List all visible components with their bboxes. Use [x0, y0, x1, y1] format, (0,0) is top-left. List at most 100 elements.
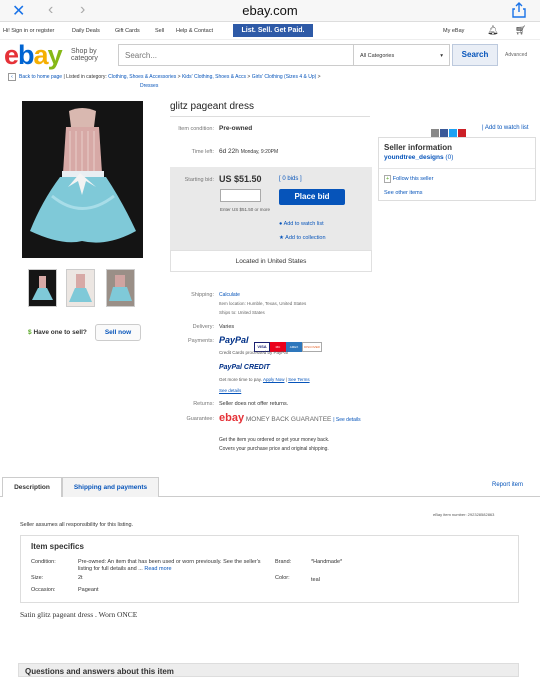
tab-description[interactable]: Description — [2, 477, 62, 497]
crumb-2[interactable]: Kids' Clothing, Shoes & Accs — [182, 74, 246, 80]
sell-now-button[interactable]: Sell now — [95, 324, 141, 341]
item-location: Item location: Humble, Texas, United Sta… — [219, 301, 307, 306]
bids-count-link[interactable]: [ 0 bids ] — [279, 176, 302, 182]
sign-in-link[interactable]: Hi! Sign in or register — [3, 28, 54, 34]
back-arrow-icon[interactable]: ‹ — [8, 73, 16, 81]
thumbnail-2[interactable] — [66, 269, 95, 307]
guarantee-label: Guarantee: — [186, 416, 214, 422]
time-left-label: Time left: — [191, 149, 214, 155]
paypal-logo: PayPal — [219, 335, 249, 345]
returns-label: Returns: — [193, 401, 214, 407]
ebay-mini-logo: ebay — [219, 412, 245, 424]
thumbnail-3[interactable] — [106, 269, 135, 307]
sell-banner[interactable]: List. Sell. Get Paid. — [233, 24, 313, 37]
see-terms-link[interactable]: See Terms — [288, 377, 309, 382]
facebook-icon[interactable] — [440, 128, 448, 137]
spec-color-label: Color: — [275, 575, 290, 581]
seller-name[interactable]: youndtree_designs (0) — [384, 154, 453, 161]
see-other-items-link[interactable]: See other items — [384, 190, 423, 196]
responsibility-text: Seller assumes all responsibility for th… — [20, 522, 134, 528]
search-button[interactable]: Search — [452, 44, 498, 66]
crumb-1[interactable]: Clothing, Shoes & Accessories — [108, 74, 176, 80]
dollar-icon: $ — [28, 329, 32, 336]
search-input[interactable]: Search... — [118, 44, 354, 66]
eye-icon: ● — [279, 221, 283, 227]
spec-size-label: Size: — [31, 575, 44, 581]
breadcrumb: ‹ Back to home page | Listed in category:… — [8, 73, 408, 91]
amex-icon: AMEX — [286, 342, 302, 352]
add-collection-link[interactable]: ★ Add to collection — [279, 235, 326, 241]
share-icon[interactable] — [512, 2, 526, 23]
condition-label: Item condition: — [178, 126, 214, 132]
add-to-watch-list-link[interactable]: | Add to watch list — [482, 125, 529, 131]
page-url: ebay.com — [242, 3, 298, 18]
main-product-image[interactable] — [22, 101, 143, 258]
apply-now-link[interactable]: Apply Now — [263, 377, 285, 382]
add-watch-link[interactable]: ● Add to watch list — [279, 221, 324, 227]
see-details-link[interactable]: See details — [219, 388, 241, 393]
place-bid-button[interactable]: Place bid — [279, 189, 345, 205]
twitter-icon[interactable] — [449, 128, 457, 137]
tab-bar: Description Shipping and payments — [0, 477, 540, 497]
plus-icon: + — [384, 175, 392, 183]
time-left-value: 6d 22h Monday, 9:20PM — [219, 148, 279, 155]
bell-icon[interactable]: 🔔︎ — [487, 25, 498, 36]
specs-heading: Item specifics — [31, 542, 84, 551]
item-specifics: Item specifics Condition: Pre-owned: An … — [20, 535, 519, 603]
my-ebay-link[interactable]: My eBay — [443, 28, 464, 34]
crumb-3[interactable]: Girls' Clothing (Sizes 4 & Up) — [252, 74, 317, 80]
divider — [170, 116, 370, 117]
spec-brand-value: *Handmade* — [311, 559, 343, 565]
bid-amount-input[interactable] — [220, 189, 261, 202]
star-icon: ★ — [279, 235, 284, 241]
located-in: Located in United States — [170, 250, 372, 272]
browser-bar: ✕ ‹ › ebay.com — [0, 0, 540, 22]
email-icon[interactable] — [431, 128, 439, 137]
delivery-label: Delivery: — [192, 324, 214, 330]
seller-heading: Seller information — [384, 143, 453, 152]
seller-info-box: Seller information youndtree_designs (0)… — [378, 137, 536, 201]
item-title: glitz pageant dress — [170, 101, 254, 112]
cart-icon[interactable]: 🛒︎ — [515, 25, 526, 36]
spec-occasion-label: Occasion: — [31, 587, 56, 593]
paypal-credit-text: Get more time to pay. Apply Now | See Te… — [219, 377, 310, 382]
follow-seller-link[interactable]: + Follow this seller — [384, 175, 433, 183]
starting-bid-value: US $51.50 — [219, 174, 262, 184]
spec-condition-value: Pre-owned: An item that has been used or… — [78, 559, 261, 572]
help-link[interactable]: Help & Contact — [176, 28, 213, 34]
guarantee-line-2: Covers your purchase price and original … — [219, 446, 329, 452]
shop-by-category[interactable]: Shop by category — [71, 48, 116, 62]
starting-bid-label: Starting bid: — [184, 177, 214, 183]
guarantee-line-1: Get the item you ordered or get your mon… — [219, 437, 330, 443]
spec-size-value: 2t — [78, 575, 83, 581]
delivery-value: Varies — [219, 324, 235, 330]
bid-hint: Enter US $51.50 or more — [220, 207, 271, 212]
returns-value: Seller does not offer returns. — [219, 401, 289, 407]
chevron-down-icon: ▾ — [440, 53, 443, 59]
crumb-4[interactable]: Dresses — [140, 83, 158, 89]
discover-icon: DISCOVER — [302, 342, 322, 352]
item-description: Satin glitz pageant dress . Worn ONCE — [20, 610, 138, 619]
condition-value: Pre-owned — [219, 125, 253, 132]
back-home-link[interactable]: Back to home page — [19, 74, 62, 80]
ships-to: Ships to: United States — [219, 310, 265, 315]
thumbnail-1[interactable] — [28, 269, 57, 307]
item-number: eBay item number: 292328582863 — [433, 512, 495, 517]
spec-color-value: teal — [311, 577, 320, 583]
category-select[interactable]: All Categories ▾ — [354, 44, 450, 66]
guarantee-see-details[interactable]: | See details — [333, 417, 360, 423]
read-more-link[interactable]: Read more — [144, 566, 171, 572]
calculate-link[interactable]: Calculate — [219, 292, 240, 298]
have-one-to-sell: $ Have one to sell? — [28, 329, 87, 336]
shipping-label: Shipping: — [191, 292, 214, 298]
paypal-credit-logo: PayPal CREDIT — [219, 364, 270, 371]
daily-deals-link[interactable]: Daily Deals — [72, 28, 100, 34]
pinterest-icon[interactable] — [458, 128, 466, 137]
tab-shipping[interactable]: Shipping and payments — [62, 477, 159, 497]
advanced-search-link[interactable]: Advanced — [505, 52, 527, 58]
ebay-logo[interactable]: ebay — [4, 40, 63, 71]
payments-label: Payments: — [188, 338, 214, 344]
report-item-link[interactable]: Report item — [492, 482, 523, 488]
gift-cards-link[interactable]: Gift Cards — [115, 28, 140, 34]
sell-link[interactable]: Sell — [155, 28, 164, 34]
